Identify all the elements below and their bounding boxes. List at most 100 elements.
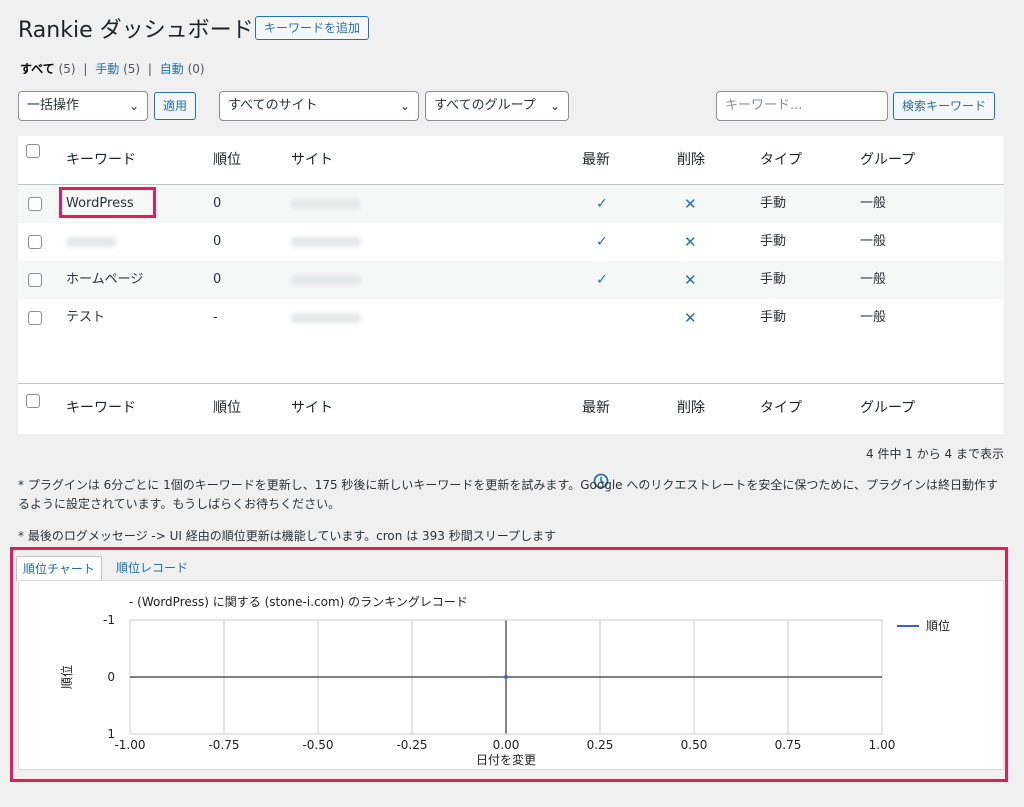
chevron-down-icon: ⌄ xyxy=(549,99,560,113)
y-tick-label: 1 xyxy=(107,727,115,741)
x-tick-label: -1.00 xyxy=(114,738,145,752)
chevron-down-icon: ⌄ xyxy=(399,99,410,113)
filter-separator: | xyxy=(83,62,88,76)
col-keyword-footer[interactable]: キーワード xyxy=(66,384,136,432)
y-axis-label: 順位 xyxy=(59,665,74,689)
site-filter-value: すべてのサイト xyxy=(228,98,318,113)
row-checkbox[interactable] xyxy=(28,235,42,249)
rank-chart: - (WordPress) に関する (stone-i.com) のランキングレ… xyxy=(59,595,950,767)
x-tick-label: 0.25 xyxy=(587,738,614,752)
filter-all[interactable]: すべて xyxy=(20,62,55,76)
filter-manual-count: (5) xyxy=(123,62,141,76)
group-filter-value: すべてのグループ xyxy=(434,98,536,113)
row-checkbox[interactable] xyxy=(28,273,42,287)
chart-panel: - (WordPress) に関する (stone-i.com) のランキングレ… xyxy=(18,580,1004,770)
tab-rank-records[interactable]: 順位レコード xyxy=(110,556,194,580)
data-point xyxy=(504,675,508,679)
bulk-action-value: 一括操作 xyxy=(27,98,80,113)
x-tick-label: 0.50 xyxy=(681,738,708,752)
y-tick-label: 0 xyxy=(107,670,115,684)
table-row: ホームページ 0 ✓ ✕ 手動 一般 xyxy=(18,261,1004,299)
delete-x-icon[interactable]: ✕ xyxy=(684,185,697,223)
table-row: WordPress 0 ✓ ✕ 手動 一般 xyxy=(18,185,1004,223)
filter-auto-count: (0) xyxy=(187,62,205,76)
select-all-checkbox[interactable] xyxy=(26,144,40,158)
page-title: Rankie ダッシュボード xyxy=(18,18,254,43)
col-rank-footer[interactable]: 順位 xyxy=(213,384,241,432)
add-keyword-button[interactable]: キーワードを追加 xyxy=(255,16,370,40)
x-tick-label: -0.25 xyxy=(396,738,427,752)
group-cell: 一般 xyxy=(860,234,887,249)
filter-separator: | xyxy=(147,62,152,76)
keyword-highlight-box xyxy=(59,187,156,218)
delete-x-icon[interactable]: ✕ xyxy=(684,299,697,337)
col-rank[interactable]: 順位 xyxy=(213,136,241,184)
col-latest: 最新 xyxy=(582,152,610,168)
chart-title: - (WordPress) に関する (stone-i.com) のランキングレ… xyxy=(129,595,468,609)
log-note: * 最後のログメッセージ -> UI 経由の順位更新は機能しています。cron … xyxy=(18,529,557,543)
type-cell: 手動 xyxy=(760,234,787,249)
site-cell-blurred xyxy=(291,275,361,285)
keyword-table: キーワード 順位 サイト 最新 削除 タイプ グループ WordPress 0 … xyxy=(18,136,1004,489)
site-filter-select[interactable]: すべてのサイト ⌄ xyxy=(219,91,419,121)
keyword-cell-blurred xyxy=(66,237,116,247)
site-cell-blurred xyxy=(291,313,361,323)
site-cell-blurred xyxy=(291,237,361,247)
pagination-info: 4 件中 1 から 4 まで表示 xyxy=(866,447,1004,461)
col-delete-footer: 削除 xyxy=(677,400,705,416)
tab-rank-chart[interactable]: 順位チャート xyxy=(16,556,102,582)
col-group[interactable]: グループ xyxy=(860,136,915,184)
col-site-footer[interactable]: サイト xyxy=(291,384,333,432)
delete-x-icon[interactable]: ✕ xyxy=(684,261,697,299)
search-keyword-button[interactable]: 検索キーワード xyxy=(893,92,996,120)
type-cell: 手動 xyxy=(760,196,787,211)
row-checkbox[interactable] xyxy=(28,311,42,325)
rank-cell: 0 xyxy=(213,234,222,249)
col-latest-footer: 最新 xyxy=(582,400,610,416)
apply-button[interactable]: 適用 xyxy=(154,92,197,120)
x-tick-label: -0.75 xyxy=(208,738,239,752)
keyword-cell[interactable]: テスト xyxy=(66,299,105,337)
col-keyword[interactable]: キーワード xyxy=(66,136,136,184)
table-row: 0 ✓ ✕ 手動 一般 xyxy=(18,223,1004,261)
group-cell: 一般 xyxy=(860,272,887,287)
check-icon: ✓ xyxy=(596,272,608,288)
table-header: キーワード 順位 サイト 最新 削除 タイプ グループ xyxy=(18,136,1004,184)
select-all-checkbox-footer[interactable] xyxy=(26,394,40,408)
filter-all-count: (5) xyxy=(58,62,76,76)
site-cell-blurred xyxy=(291,199,361,209)
type-cell: 手動 xyxy=(760,272,787,287)
rank-cell: - xyxy=(213,310,218,325)
check-icon: ✓ xyxy=(596,234,608,250)
x-tick-label: 0.75 xyxy=(775,738,802,752)
filter-manual[interactable]: 手動 xyxy=(95,62,119,76)
check-icon: ✓ xyxy=(596,196,608,212)
keyword-cell[interactable]: ホームページ xyxy=(66,261,143,299)
table-row: テスト - ✕ 手動 一般 xyxy=(18,299,1004,489)
chevron-down-icon: ⌄ xyxy=(128,99,139,113)
x-tick-label: -0.50 xyxy=(302,738,333,752)
col-type-footer[interactable]: タイプ xyxy=(760,384,802,432)
bulk-action-select[interactable]: 一括操作 ⌄ xyxy=(18,91,148,121)
keyword-search-input[interactable]: キーワード... xyxy=(716,91,888,121)
group-cell: 一般 xyxy=(860,196,887,211)
row-checkbox[interactable] xyxy=(28,197,42,211)
col-site[interactable]: サイト xyxy=(291,136,333,184)
group-filter-select[interactable]: すべてのグループ ⌄ xyxy=(425,91,569,121)
col-type[interactable]: タイプ xyxy=(760,136,802,184)
table-footer: キーワード 順位 サイト 最新 削除 タイプ グループ xyxy=(18,384,1004,434)
col-group-footer[interactable]: グループ xyxy=(860,384,915,432)
filter-auto[interactable]: 自動 xyxy=(160,62,184,76)
legend-label: 順位 xyxy=(926,618,950,633)
x-tick-label: 0.00 xyxy=(493,738,520,752)
rank-cell: 0 xyxy=(213,272,222,287)
rank-cell: 0 xyxy=(213,196,222,211)
info-note: * プラグインは 6分ごとに 1個のキーワードを更新し、175 秒後に新しいキー… xyxy=(18,478,999,511)
x-tick-label: 1.00 xyxy=(869,738,896,752)
type-cell: 手動 xyxy=(760,310,787,325)
y-tick-label: -1 xyxy=(103,613,115,627)
col-delete: 削除 xyxy=(677,152,705,168)
x-axis-label: 日付を変更 xyxy=(476,752,536,767)
group-cell: 一般 xyxy=(860,310,887,325)
delete-x-icon[interactable]: ✕ xyxy=(684,223,697,261)
